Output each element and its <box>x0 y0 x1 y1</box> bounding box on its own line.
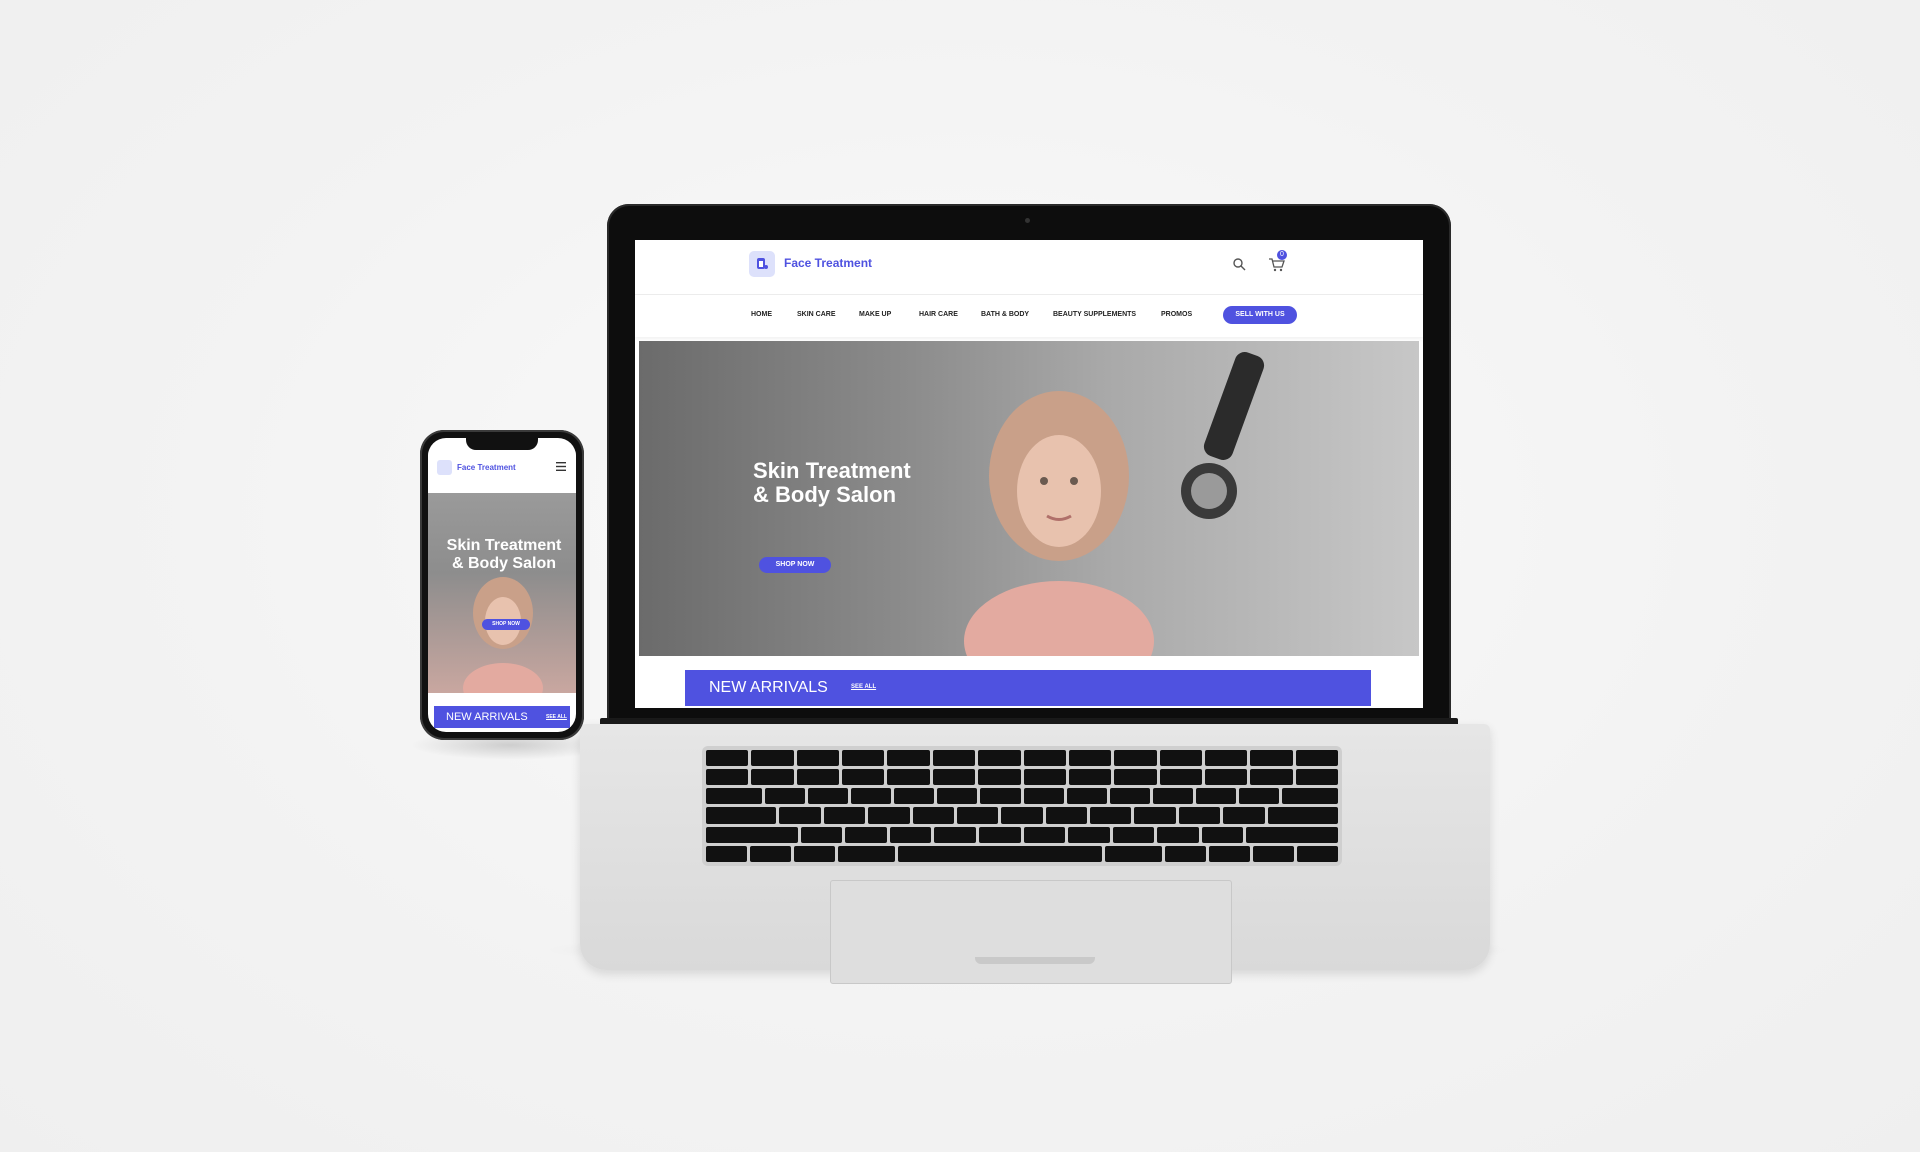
phone-screen: Face Treatment Skin Treatment & Body Sal… <box>428 438 576 732</box>
nav-item-home[interactable]: HOME <box>751 311 772 318</box>
hair-dryer-image <box>1181 352 1265 519</box>
site-header: Face Treatment 0 <box>635 240 1423 295</box>
nav-item-bath-body[interactable]: BATH & BODY <box>981 311 1029 318</box>
hero-image <box>964 391 1154 656</box>
keyboard <box>702 746 1342 866</box>
trackpad <box>830 880 1232 984</box>
shop-now-button[interactable]: SHOP NOW <box>759 557 831 573</box>
mobile-header: Face Treatment <box>428 450 576 482</box>
mobile-new-arrivals-bar: NEW ARRIVALS SEE ALL <box>434 706 570 728</box>
logo-text[interactable]: Face Treatment <box>784 256 872 270</box>
laptop-screen: Face Treatment 0 HOME SKIN CARE MAKE UP … <box>635 240 1423 708</box>
cart-count-badge: 0 <box>1277 250 1287 260</box>
laptop-lid: Face Treatment 0 HOME SKIN CARE MAKE UP … <box>607 204 1451 724</box>
mobile-new-arrivals-title: NEW ARRIVALS <box>446 711 528 723</box>
mobile-see-all-link[interactable]: SEE ALL <box>546 714 567 720</box>
phone-notch <box>466 438 538 450</box>
mobile-hero-title-line1: Skin Treatment <box>446 537 562 554</box>
hero-title-line2: & Body Salon <box>753 482 897 507</box>
mobile-logo-icon[interactable] <box>437 460 452 475</box>
mobile-hero: Skin Treatment & Body Salon SHOP NOW <box>428 493 576 693</box>
mobile-hero-title: Skin Treatment & Body Salon <box>440 537 568 573</box>
nav-item-beauty-supplements[interactable]: BEAUTY SUPPLEMENTS <box>1053 311 1136 318</box>
mobile-hero-title-line2: & Body Salon <box>451 555 556 572</box>
nav-item-skin-care[interactable]: SKIN CARE <box>797 311 836 318</box>
mobile-logo-text[interactable]: Face Treatment <box>457 463 516 472</box>
laptop-base <box>580 724 1490 984</box>
hero-title: Skin Treatment & Body Salon <box>753 459 911 507</box>
phone: Face Treatment Skin Treatment & Body Sal… <box>420 430 584 740</box>
mobile-shop-now-button[interactable]: SHOP NOW <box>482 619 530 630</box>
new-arrivals-title: NEW ARRIVALS <box>709 679 828 696</box>
see-all-link[interactable]: SEE ALL <box>851 684 876 690</box>
camera <box>1025 218 1030 223</box>
nav-item-promos[interactable]: PROMOS <box>1161 311 1192 318</box>
nav-item-hair-care[interactable]: HAIR CARE <box>919 311 958 318</box>
base-notch <box>975 957 1095 964</box>
new-arrivals-bar: NEW ARRIVALS SEE ALL <box>685 670 1371 706</box>
hamburger-menu-icon[interactable] <box>556 462 566 471</box>
mobile-hero-image <box>463 577 543 693</box>
hero-banner: Skin Treatment & Body Salon SHOP NOW <box>639 341 1419 656</box>
search-icon[interactable] <box>1232 257 1246 271</box>
hero-title-line1: Skin Treatment <box>753 458 911 483</box>
main-nav: HOME SKIN CARE MAKE UP HAIR CARE BATH & … <box>635 295 1423 337</box>
nav-item-make-up[interactable]: MAKE UP <box>859 311 891 318</box>
logo-icon[interactable] <box>749 251 775 277</box>
sell-with-us-button[interactable]: SELL WITH US <box>1223 306 1297 324</box>
